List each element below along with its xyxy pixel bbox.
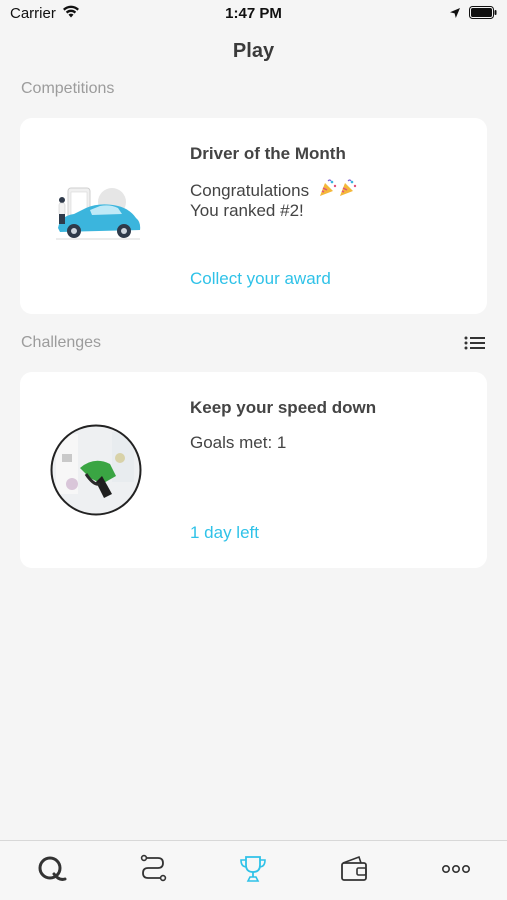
party-popper-icon (338, 178, 358, 203)
battery-icon (469, 6, 497, 24)
fuel-nozzle-photo (50, 424, 142, 516)
party-popper-icon (318, 178, 338, 203)
status-bar: Carrier 1:47 PM (0, 0, 507, 28)
competitions-section-label: Competitions (21, 80, 115, 97)
rank-text: You ranked #2! (190, 201, 304, 220)
competition-card[interactable]: Driver of the Month Congratulations You … (20, 118, 487, 314)
goals-met-text: Goals met: 1 (190, 433, 287, 452)
challenges-section-label: Challenges (21, 334, 102, 351)
tab-wallet[interactable] (334, 853, 374, 889)
tab-bar (0, 840, 507, 900)
collect-award-link[interactable]: Collect your award (190, 269, 331, 289)
location-arrow-icon (449, 6, 461, 24)
status-right (449, 6, 497, 24)
list-icon[interactable] (464, 335, 486, 351)
route-icon (138, 854, 168, 889)
congratulations-text: Congratulations (190, 181, 310, 200)
competition-title: Driver of the Month (190, 144, 346, 163)
car-driver-illustration (52, 184, 144, 246)
tab-more[interactable] (436, 853, 476, 889)
challenge-title: Keep your speed down (190, 398, 377, 417)
trophy-icon (238, 854, 268, 889)
tab-trips[interactable] (133, 853, 173, 889)
tab-home[interactable] (32, 853, 72, 889)
tab-play[interactable] (233, 853, 273, 889)
more-dots-icon (441, 854, 471, 889)
q-logo-icon (37, 854, 67, 889)
wallet-icon (339, 854, 369, 889)
page-title: Play (232, 40, 275, 62)
status-time: 1:47 PM (225, 5, 282, 22)
days-left-link[interactable]: 1 day left (190, 523, 259, 543)
challenge-card[interactable]: Keep your speed down Goals met: 1 1 day … (20, 372, 487, 568)
